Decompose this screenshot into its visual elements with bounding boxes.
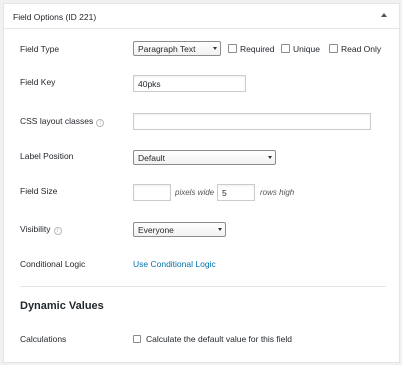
field-options-panel: Field Options (ID 221) Field Type Paragr… <box>3 3 400 363</box>
visibility-value: Everyone <box>138 225 174 235</box>
label-position-label: Label Position <box>20 151 74 161</box>
visibility-label: Visibility i <box>20 224 62 235</box>
use-conditional-logic-link[interactable]: Use Conditional Logic <box>133 259 216 269</box>
field-key-value: 40pks <box>138 79 161 89</box>
read-only-label: Read Only <box>341 44 382 54</box>
section-divider <box>20 286 386 287</box>
visibility-select[interactable]: Everyone <box>133 222 226 237</box>
field-size-rows-value: 5 <box>222 188 227 198</box>
info-icon[interactable]: i <box>53 227 62 235</box>
dynamic-values-title: Dynamic Values <box>20 300 104 312</box>
info-icon[interactable]: i <box>96 119 105 127</box>
label-position-select[interactable]: Default <box>133 150 276 165</box>
rows-high-text: rows high <box>260 188 295 197</box>
label-position-value: Default <box>138 153 165 163</box>
read-only-checkbox[interactable] <box>329 44 338 53</box>
calculations-label: Calculations <box>20 334 67 344</box>
field-type-label: Field Type <box>20 44 60 54</box>
field-type-select[interactable]: Paragraph Text <box>133 41 221 56</box>
triangle-up-icon[interactable] <box>381 13 387 17</box>
calculate-default-label: Calculate the default value for this fie… <box>146 334 293 344</box>
required-checkbox[interactable] <box>228 44 237 53</box>
field-size-label: Field Size <box>20 186 58 196</box>
unique-checkbox[interactable] <box>281 44 290 53</box>
field-key-input[interactable]: 40pks <box>133 75 246 92</box>
required-label: Required <box>240 44 275 54</box>
chevron-down-icon <box>268 156 272 159</box>
pixels-wide-text: pixels wide <box>175 188 215 197</box>
panel-header[interactable]: Field Options (ID 221) <box>4 4 399 29</box>
calculate-default-checkbox[interactable] <box>133 335 141 343</box>
css-classes-label-text: CSS layout classes <box>20 116 94 126</box>
visibility-label-text: Visibility <box>20 224 51 234</box>
field-type-select-value: Paragraph Text <box>138 44 196 54</box>
chevron-down-icon <box>218 228 222 231</box>
conditional-logic-label: Conditional Logic <box>20 259 86 269</box>
chevron-down-icon <box>213 47 217 50</box>
panel-title: Field Options (ID 221) <box>13 12 97 22</box>
unique-label: Unique <box>293 44 320 54</box>
field-key-label: Field Key <box>20 77 56 87</box>
field-size-width-input[interactable] <box>133 184 171 201</box>
field-size-rows-input[interactable]: 5 <box>217 184 255 201</box>
css-classes-input[interactable] <box>133 113 371 130</box>
css-classes-label: CSS layout classes i <box>20 116 105 127</box>
